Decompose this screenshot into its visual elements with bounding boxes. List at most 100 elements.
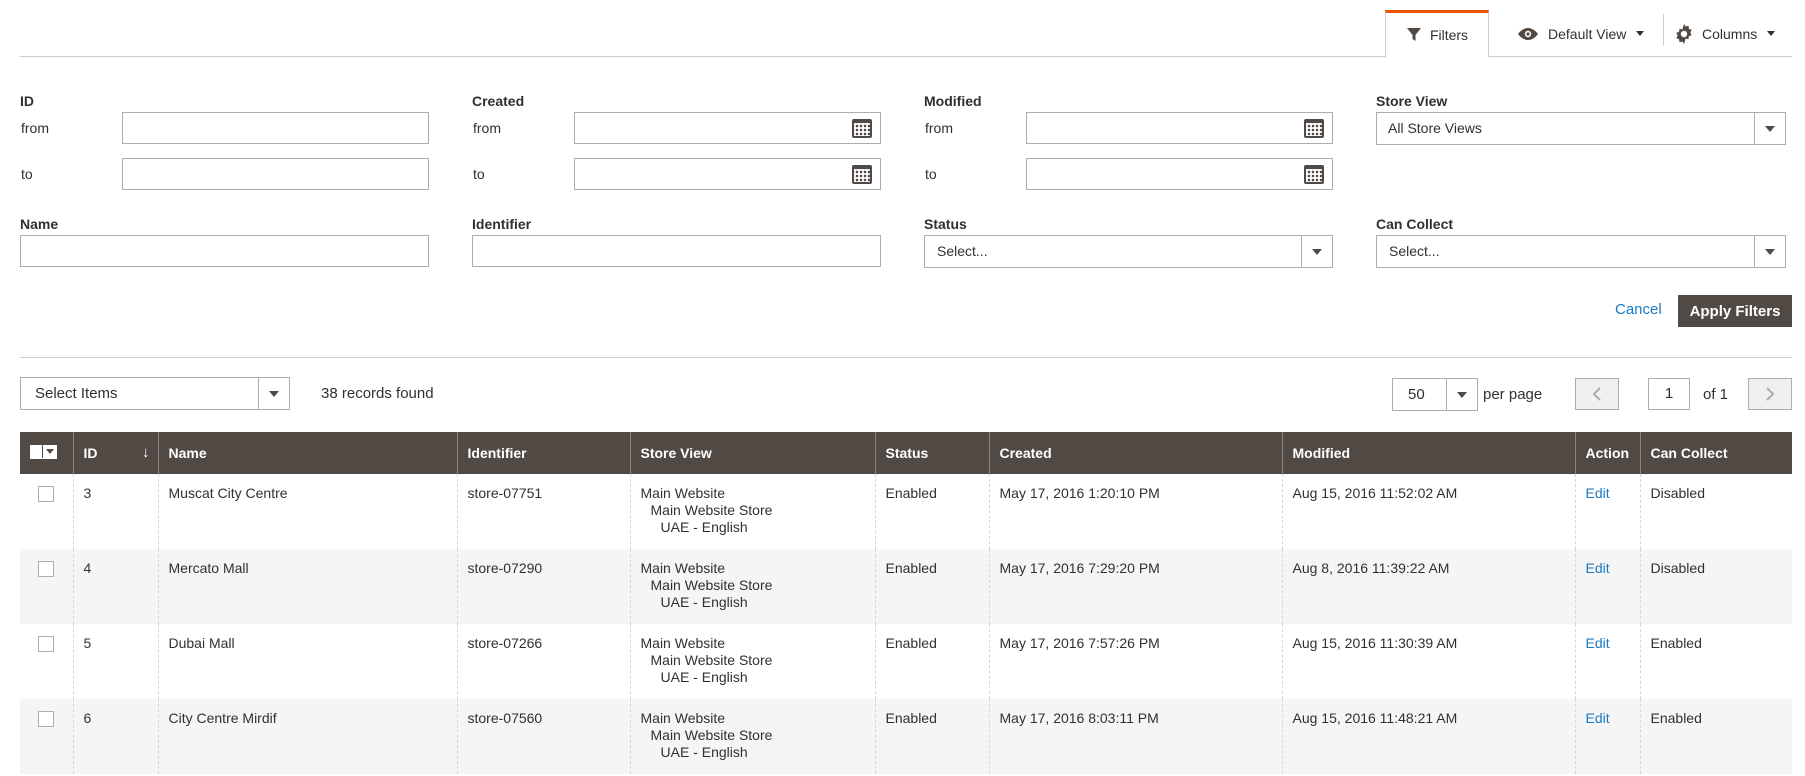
- status-select[interactable]: Select...: [924, 235, 1333, 268]
- grid-toolbar: Filters Default View Columns: [20, 0, 1792, 58]
- cell-store-view: Main Website Main Website Store UAE - Engl…: [629, 699, 875, 774]
- filter-id-from-input[interactable]: [122, 112, 429, 144]
- filter-modified-from-label: from: [925, 120, 953, 136]
- store-view-website: Main Website: [640, 560, 726, 576]
- column-header-modified[interactable]: Modified: [1281, 432, 1575, 474]
- edit-link[interactable]: Edit: [1586, 560, 1610, 576]
- row-checkbox[interactable]: [38, 711, 55, 727]
- column-header-status[interactable]: Status: [874, 432, 989, 474]
- table-header-row: ID ↓ Name Identifier Store View Status Cr…: [20, 432, 1792, 474]
- mass-action-select[interactable]: Select Items: [20, 377, 290, 410]
- per-page-select[interactable]: 50: [1392, 378, 1478, 411]
- can-collect-select[interactable]: Select...: [1376, 235, 1786, 268]
- table-row[interactable]: 5 Dubai Mall store-07266 Main Website Mai…: [20, 624, 1792, 699]
- filter-id-to-input[interactable]: [122, 158, 429, 190]
- toolbar-divider: [1663, 14, 1664, 46]
- cell-identifier: store-07751: [456, 474, 630, 549]
- cell-modified: Aug 15, 2016 11:52:02 AM: [1281, 474, 1575, 549]
- cell-status: Enabled: [874, 699, 989, 774]
- cell-id: 3: [72, 474, 158, 549]
- filters-label: Filters: [1429, 27, 1469, 43]
- filter-created-from-input[interactable]: [574, 112, 881, 144]
- cell-id: 6: [72, 699, 158, 774]
- store-view-select[interactable]: All Store Views: [1376, 112, 1786, 145]
- filter-modified-from-input[interactable]: [1026, 112, 1333, 144]
- row-checkbox[interactable]: [38, 636, 55, 652]
- store-view-website: Main Website: [640, 710, 726, 726]
- edit-link[interactable]: Edit: [1586, 485, 1610, 501]
- filter-status-title: Status: [924, 216, 967, 232]
- column-header-id[interactable]: ID ↓: [72, 432, 158, 474]
- filters-button[interactable]: Filters: [1385, 10, 1489, 58]
- calendar-icon[interactable]: [1304, 165, 1324, 184]
- table-row[interactable]: 3 Muscat City Centre store-07751 Main We…: [20, 474, 1792, 549]
- store-view-store: Main Website Store: [650, 727, 773, 743]
- cell-action: Edit: [1574, 624, 1640, 699]
- view-switcher-button[interactable]: Default View: [1516, 10, 1645, 57]
- column-header-action: Action: [1574, 432, 1640, 474]
- filters-divider: [20, 357, 1792, 358]
- edit-link[interactable]: Edit: [1586, 635, 1610, 651]
- cell-action: Edit: [1574, 549, 1640, 624]
- column-header-created[interactable]: Created: [988, 432, 1282, 474]
- per-page-value: 50: [1408, 386, 1425, 403]
- filter-modified-to-input[interactable]: [1026, 158, 1333, 190]
- cell-store-view: Main Website Main Website Store UAE - Engl…: [629, 549, 875, 624]
- mass-select-header[interactable]: [20, 432, 73, 474]
- column-header-name[interactable]: Name: [157, 432, 457, 474]
- filter-name-title: Name: [20, 216, 59, 232]
- filter-can-collect-title: Can Collect: [1376, 216, 1454, 232]
- cell-name: Dubai Mall: [157, 624, 457, 699]
- calendar-icon[interactable]: [852, 119, 872, 138]
- column-header-identifier[interactable]: Identifier: [456, 432, 630, 474]
- filter-icon: [1406, 28, 1421, 41]
- cancel-filters-link[interactable]: Cancel: [1615, 301, 1662, 318]
- chevron-down-icon: [1754, 236, 1785, 267]
- cell-id: 5: [72, 624, 158, 699]
- store-view-view: UAE - English: [660, 669, 748, 685]
- row-checkbox[interactable]: [38, 561, 55, 577]
- gear-icon: [1676, 23, 1692, 44]
- filter-created-to-label: to: [473, 166, 485, 182]
- page-number-input[interactable]: 1: [1648, 378, 1690, 410]
- cell-modified: Aug 15, 2016 11:48:21 AM: [1281, 699, 1575, 774]
- row-checkbox[interactable]: [38, 486, 55, 502]
- table-row[interactable]: 6 City Centre Mirdif store-07560 Main We…: [20, 699, 1792, 774]
- calendar-icon[interactable]: [1304, 119, 1324, 138]
- filter-modified-title: Modified: [924, 93, 982, 109]
- filter-created-title: Created: [472, 93, 525, 109]
- mass-select-checkbox[interactable]: [30, 444, 57, 459]
- chevron-left-icon: [1592, 387, 1601, 401]
- columns-label: Columns: [1702, 25, 1758, 42]
- cell-id: 4: [72, 549, 158, 624]
- apply-filters-button[interactable]: Apply Filters: [1678, 295, 1792, 327]
- cell-identifier: store-07266: [456, 624, 630, 699]
- previous-page-button[interactable]: [1575, 378, 1619, 410]
- cell-modified: Aug 15, 2016 11:30:39 AM: [1281, 624, 1575, 699]
- chevron-down-icon: [1446, 379, 1477, 410]
- cell-can-collect: Disabled: [1639, 474, 1792, 549]
- cell-status: Enabled: [874, 549, 989, 624]
- next-page-button[interactable]: [1748, 378, 1792, 410]
- column-header-can-collect[interactable]: Can Collect: [1639, 432, 1792, 474]
- columns-button[interactable]: Columns: [1674, 10, 1776, 57]
- filter-store-view-title: Store View: [1376, 93, 1448, 109]
- chevron-right-icon: [1766, 387, 1775, 401]
- filter-created-to-input[interactable]: [574, 158, 881, 190]
- filter-name-input[interactable]: [20, 235, 429, 267]
- eye-icon: [1518, 27, 1538, 40]
- store-view-website: Main Website: [640, 635, 726, 651]
- page-total: of 1: [1703, 386, 1729, 403]
- cell-created: May 17, 2016 7:29:20 PM: [988, 549, 1282, 624]
- chevron-down-icon: [1301, 236, 1332, 267]
- edit-link[interactable]: Edit: [1586, 710, 1610, 726]
- cell-store-view: Main Website Main Website Store UAE - Engl…: [629, 624, 875, 699]
- can-collect-select-value: Select...: [1389, 243, 1440, 259]
- column-header-store-view[interactable]: Store View: [629, 432, 875, 474]
- status-select-value: Select...: [937, 243, 988, 259]
- filter-identifier-input[interactable]: [472, 235, 881, 267]
- table-row[interactable]: 4 Mercato Mall store-07290 Main Website M…: [20, 549, 1792, 624]
- calendar-icon[interactable]: [852, 165, 872, 184]
- cell-created: May 17, 2016 7:57:26 PM: [988, 624, 1282, 699]
- filter-id-title: ID: [20, 93, 34, 109]
